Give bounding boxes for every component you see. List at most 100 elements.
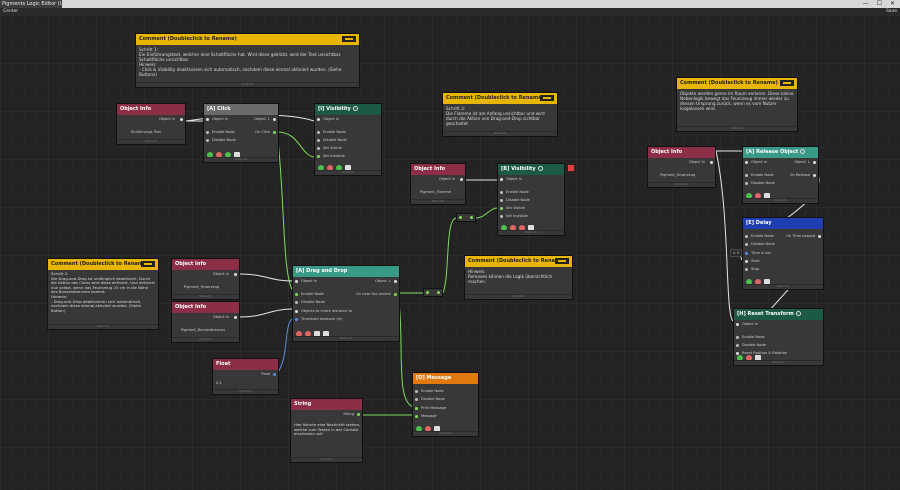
- start-port[interactable]: [745, 260, 748, 263]
- disable-port[interactable]: [500, 199, 503, 202]
- drag-and-drop-node[interactable]: [A] Drag and Drop Object In Object ↓ Ena…: [292, 265, 400, 342]
- node-title[interactable]: [B] Visibility: [498, 164, 564, 175]
- comment-title[interactable]: Comment (Doubleclick to Rename): [677, 78, 797, 89]
- comment-title[interactable]: Comment (Doubleclick to Rename): [136, 34, 359, 45]
- stop-port[interactable]: [745, 268, 748, 271]
- object-info-node-feuerzeug[interactable]: Object Info Object In Pigment_Feuerzeug …: [171, 258, 240, 300]
- node-title[interactable]: [H] Reset Transform: [734, 309, 823, 320]
- delay-time-input[interactable]: 0.5: [730, 249, 742, 257]
- set-visible-port[interactable]: [317, 147, 320, 150]
- disable-port[interactable]: [295, 301, 298, 304]
- node-title[interactable]: Object Info: [411, 164, 465, 175]
- on-time-port[interactable]: [818, 235, 821, 238]
- node-title[interactable]: [O] Message: [413, 373, 478, 384]
- reroute-out-port[interactable]: [470, 216, 473, 219]
- on-release-port[interactable]: [813, 174, 816, 177]
- string-node[interactable]: String String Hier könnte eine Nachricht…: [290, 398, 363, 463]
- reroute-out-port[interactable]: [437, 291, 440, 294]
- comment-node-step1[interactable]: Comment (Doubleclick to Rename) Schritt …: [135, 33, 360, 88]
- string-value[interactable]: Hier könnte eine Nachricht stehen, welch…: [291, 421, 364, 439]
- objects-port[interactable]: [295, 310, 298, 313]
- enable-port[interactable]: [745, 174, 748, 177]
- object-out-port[interactable]: [234, 273, 237, 276]
- object-in-port[interactable]: [295, 280, 298, 283]
- object-info-node-feuerzeug-2[interactable]: Object Info Object In Pigment_Feuerzeug …: [647, 146, 716, 188]
- node-title[interactable]: [A] Click: [204, 104, 278, 115]
- object-out-port[interactable]: [180, 118, 183, 121]
- reroute-node[interactable]: [423, 288, 443, 297]
- object-out-port[interactable]: [234, 316, 237, 319]
- time-port[interactable]: [745, 252, 748, 255]
- click-node[interactable]: [A] Click Object In Object ↓ Enable Node…: [203, 103, 279, 163]
- enable-port[interactable]: [415, 390, 418, 393]
- object-info-node-intro[interactable]: Object Info Object In Einführungs Text N…: [116, 103, 186, 145]
- reset-transform-node[interactable]: [H] Reset Transform Object In Enable Nod…: [733, 308, 824, 366]
- set-invisible-port[interactable]: [500, 215, 503, 218]
- enable-port[interactable]: [745, 235, 748, 238]
- object-info-node-flamme[interactable]: Object Info Object In Pigment_Flamme Nod…: [410, 163, 466, 205]
- node-title[interactable]: Object Info: [648, 147, 715, 158]
- window-tab[interactable]: Pigments Logic Editor (Un...: [0, 0, 62, 8]
- node-graph-canvas[interactable]: Comment (Doubleclick to Rename) Schritt …: [0, 15, 900, 490]
- message-node[interactable]: [O] Message Enable Node Disable Node Pri…: [412, 372, 479, 437]
- print-message-port[interactable]: [415, 407, 418, 410]
- info-icon[interactable]: [795, 311, 801, 316]
- enable-port[interactable]: [736, 336, 739, 339]
- object-in-port[interactable]: [500, 178, 503, 181]
- center-button[interactable]: Center: [3, 8, 18, 15]
- enable-port[interactable]: [295, 293, 298, 296]
- float-value[interactable]: 0.2: [216, 381, 222, 386]
- float-out-port[interactable]: [273, 373, 276, 376]
- object-in-port[interactable]: [736, 323, 739, 326]
- window-icon[interactable]: [555, 258, 569, 264]
- info-icon[interactable]: [352, 106, 358, 111]
- disable-port[interactable]: [206, 139, 209, 142]
- visibility-node-2[interactable]: [B] Visibility Object In Enable Node Dis…: [497, 163, 565, 236]
- node-title[interactable]: Object Info: [117, 104, 185, 115]
- delay-node[interactable]: [E] Delay Enable Node On Time passed Dis…: [742, 217, 824, 290]
- object-out-port[interactable]: [813, 161, 816, 164]
- info-icon[interactable]: [800, 149, 806, 154]
- warning-icon[interactable]: [568, 165, 574, 171]
- enable-port[interactable]: [500, 191, 503, 194]
- object-out-port[interactable]: [394, 280, 397, 283]
- set-invisible-port[interactable]: [317, 155, 320, 158]
- reroute-in-port[interactable]: [426, 291, 429, 294]
- reroute-in-port[interactable]: [459, 216, 462, 219]
- disable-port[interactable]: [317, 139, 320, 142]
- object-out-port[interactable]: [273, 118, 276, 121]
- comment-node-reset[interactable]: Comment (Doubleclick to Rename) Objekte …: [676, 77, 798, 132]
- window-icon[interactable]: [141, 261, 155, 267]
- info-icon[interactable]: [537, 166, 543, 171]
- disable-port[interactable]: [736, 344, 739, 347]
- threshold-port[interactable]: [295, 318, 298, 321]
- disable-port[interactable]: [745, 243, 748, 246]
- save-button[interactable]: Save: [886, 8, 897, 15]
- on-click-port[interactable]: [273, 131, 276, 134]
- comment-node-step3[interactable]: Comment (Doubleclick to Rename) Schritt …: [442, 92, 558, 137]
- enable-port[interactable]: [317, 131, 320, 134]
- object-out-port[interactable]: [710, 161, 713, 164]
- node-title[interactable]: Object Info: [172, 302, 239, 313]
- node-title[interactable]: [E] Delay: [743, 218, 823, 229]
- reroute-node[interactable]: [456, 213, 476, 222]
- node-title[interactable]: [I] Visibility: [315, 104, 381, 115]
- disable-port[interactable]: [415, 398, 418, 401]
- object-in-port[interactable]: [206, 118, 209, 121]
- release-object-node[interactable]: [A] Release Object Object In Object ↓ En…: [742, 146, 819, 204]
- float-node[interactable]: Float Float 0.2 Node info: [212, 358, 279, 395]
- set-visible-port[interactable]: [500, 207, 503, 210]
- node-title[interactable]: Object Info: [172, 259, 239, 270]
- object-in-port[interactable]: [745, 161, 748, 164]
- comment-node-hint[interactable]: Comment (Doubleclick to Rename) Hinweis:…: [464, 255, 573, 300]
- object-in-port[interactable]: [317, 118, 320, 121]
- comment-node-step2[interactable]: Comment (Doubleclick to Rename) Schritt …: [47, 258, 159, 330]
- enable-port[interactable]: [206, 131, 209, 134]
- window-controls[interactable]: — ☐ ✕: [863, 0, 898, 8]
- node-title[interactable]: String: [291, 399, 362, 410]
- node-title[interactable]: [A] Drag and Drop: [293, 266, 399, 277]
- window-icon[interactable]: [342, 36, 356, 42]
- node-title[interactable]: [A] Release Object: [743, 147, 818, 158]
- string-out-port[interactable]: [357, 413, 360, 416]
- object-out-port[interactable]: [460, 178, 463, 181]
